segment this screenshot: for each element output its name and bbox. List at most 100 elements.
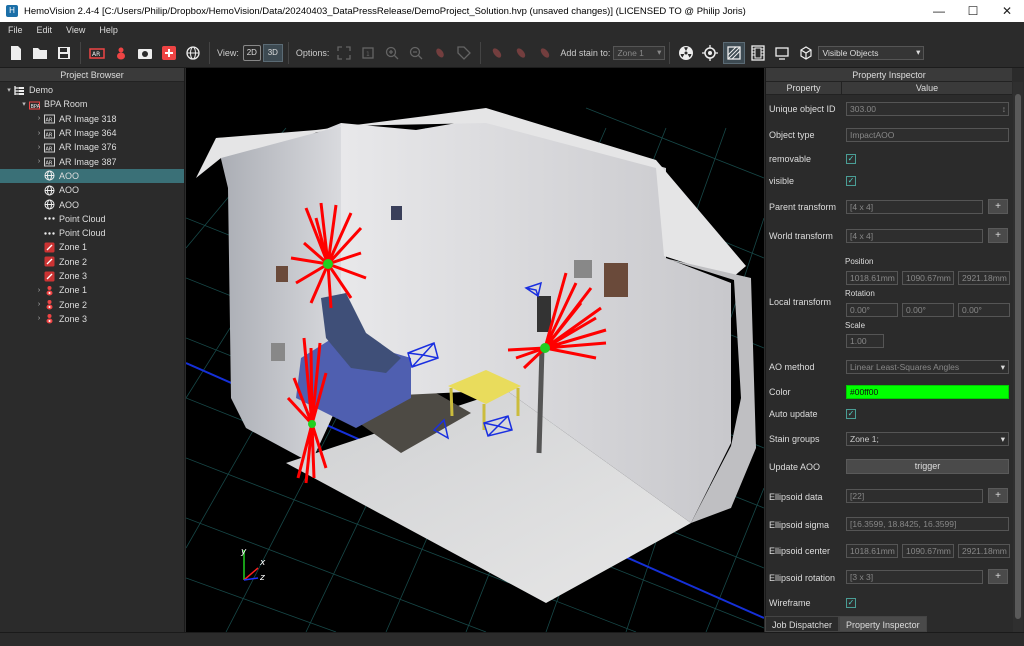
tab-job-dispatcher[interactable]: Job Dispatcher xyxy=(765,616,840,632)
tree-item-label: Zone 2 xyxy=(59,256,88,267)
position-x-field[interactable]: 1018.61mm xyxy=(846,271,898,285)
tree-item[interactable]: Zone 2 xyxy=(0,255,184,269)
toolbar: AR View: 2D 3D Options: 1 Add stain to: … xyxy=(0,38,1024,68)
cube-button[interactable] xyxy=(795,42,817,64)
save-button[interactable] xyxy=(53,42,75,64)
zoom-out-button[interactable] xyxy=(405,42,427,64)
inspector-scrollbar[interactable] xyxy=(1013,82,1023,632)
menu-edit[interactable]: Edit xyxy=(37,25,53,35)
property-inspector-title: Property Inspector xyxy=(766,68,1012,82)
stain-remove-button[interactable] xyxy=(534,42,556,64)
unique-id-spinbox[interactable]: 303.00 ↕ xyxy=(846,102,1009,116)
ar-image-button[interactable]: AR xyxy=(86,42,108,64)
screen-button[interactable] xyxy=(771,42,793,64)
expand-arrow-icon[interactable]: › xyxy=(34,144,44,151)
stain-groups-select[interactable]: Zone 1; ▾ xyxy=(846,432,1009,446)
3d-viewport[interactable]: y x z xyxy=(186,68,764,632)
camera-icon xyxy=(138,48,152,59)
scale-field[interactable]: 1.00 xyxy=(846,334,884,348)
expand-arrow-icon[interactable]: › xyxy=(34,158,44,165)
menu-file[interactable]: File xyxy=(8,25,23,35)
tree-item[interactable]: › Zone 1 xyxy=(0,283,184,297)
wireframe-checkbox[interactable]: ✓ xyxy=(846,598,856,608)
stain-tool-button[interactable] xyxy=(429,42,451,64)
parent-transform-add-button[interactable]: + xyxy=(988,199,1008,214)
tree-item[interactable]: AOO xyxy=(0,183,184,197)
tab-property-inspector[interactable]: Property Inspector xyxy=(839,616,927,632)
trigger-button[interactable]: trigger xyxy=(846,459,1009,474)
ellipsoid-rotation-add-button[interactable]: + xyxy=(988,569,1008,584)
open-folder-button[interactable] xyxy=(29,42,51,64)
scrollbar-thumb[interactable] xyxy=(1015,94,1021,619)
aoo-point[interactable] xyxy=(308,420,316,428)
room-icon: BPA xyxy=(29,99,40,110)
rotation-y-field[interactable]: 0.00° xyxy=(902,303,954,317)
menu-help[interactable]: Help xyxy=(99,25,118,35)
ar-image-icon: AR xyxy=(89,47,105,59)
color-field[interactable]: #00ff00 xyxy=(846,385,1009,399)
zoom-in-button[interactable] xyxy=(381,42,403,64)
close-button[interactable]: ✕ xyxy=(990,0,1024,22)
stain-add-button[interactable] xyxy=(486,42,508,64)
app-icon: H xyxy=(6,5,18,17)
tree-item[interactable]: › AR AR Image 387 xyxy=(0,154,184,168)
view-2d-button[interactable]: 2D xyxy=(242,44,261,61)
maximize-button[interactable]: ☐ xyxy=(956,0,990,22)
tree-item[interactable]: Point Cloud xyxy=(0,226,184,240)
aoo-point[interactable] xyxy=(540,343,550,353)
minimize-button[interactable]: — xyxy=(922,0,956,22)
camera-button[interactable] xyxy=(134,42,156,64)
tree-item[interactable]: › Zone 2 xyxy=(0,297,184,311)
tree-item[interactable]: › AR AR Image 318 xyxy=(0,112,184,126)
ao-method-select[interactable]: Linear Least-Squares Angles ▾ xyxy=(846,360,1009,374)
aoo-button[interactable] xyxy=(182,42,204,64)
expand-arrow-icon[interactable]: › xyxy=(34,130,44,137)
tree-item[interactable]: › AR AR Image 364 xyxy=(0,126,184,140)
folder-icon xyxy=(33,47,47,59)
aoo-point[interactable] xyxy=(323,259,333,269)
world-transform-add-button[interactable]: + xyxy=(988,228,1008,243)
stain-edit-button[interactable] xyxy=(510,42,532,64)
expand-arrow-icon[interactable]: › xyxy=(34,115,44,122)
svg-text:BPA: BPA xyxy=(31,104,41,110)
expand-button[interactable] xyxy=(333,42,355,64)
ar-image-icon: AR xyxy=(44,142,55,153)
hatch-button[interactable] xyxy=(723,41,746,64)
tree-item[interactable]: › Zone 3 xyxy=(0,312,184,326)
tree-item[interactable]: ▾ BPA BPA Room xyxy=(0,97,184,111)
tree-item[interactable]: AOO xyxy=(0,197,184,211)
rotation-z-field[interactable]: 0.00° xyxy=(958,303,1010,317)
visible-checkbox[interactable]: ✓ xyxy=(846,176,856,186)
ellipsoid-data-add-button[interactable]: + xyxy=(988,488,1008,503)
tree-item[interactable]: Zone 1 xyxy=(0,240,184,254)
fit-button[interactable]: 1 xyxy=(357,42,379,64)
removable-checkbox[interactable]: ✓ xyxy=(846,154,856,164)
menu-view[interactable]: View xyxy=(66,25,85,35)
tag-button[interactable] xyxy=(453,42,475,64)
tree-item[interactable]: Zone 3 xyxy=(0,269,184,283)
auto-update-checkbox[interactable]: ✓ xyxy=(846,409,856,419)
position-z-field[interactable]: 2921.18mm xyxy=(958,271,1010,285)
tree-item[interactable]: ▾ Demo xyxy=(0,83,184,97)
rotation-x-field[interactable]: 0.00° xyxy=(846,303,898,317)
stain-button[interactable] xyxy=(110,42,132,64)
target-button[interactable] xyxy=(699,42,721,64)
tree-item[interactable]: AOO xyxy=(0,168,184,184)
expand-arrow-icon[interactable]: › xyxy=(34,301,44,308)
tree-item[interactable]: Point Cloud xyxy=(0,212,184,226)
expand-arrow-icon[interactable]: ▾ xyxy=(19,100,29,108)
film-button[interactable] xyxy=(747,42,769,64)
visible-objects-select[interactable]: Visible Objects ▾ xyxy=(818,45,925,60)
radiation-button[interactable] xyxy=(675,42,697,64)
expand-arrow-icon[interactable]: › xyxy=(34,287,44,294)
expand-arrow-icon[interactable]: ▾ xyxy=(4,86,14,94)
tree-item[interactable]: › AR AR Image 376 xyxy=(0,140,184,154)
new-file-button[interactable] xyxy=(5,42,27,64)
expand-arrow-icon[interactable]: › xyxy=(34,315,44,322)
add-zone-button[interactable] xyxy=(158,42,180,64)
position-y-field[interactable]: 1090.67mm xyxy=(902,271,954,285)
lamp-pole xyxy=(536,347,545,454)
view-3d-button[interactable]: 3D xyxy=(262,43,283,62)
toolbar-separator xyxy=(209,41,210,64)
zone-select[interactable]: Zone 1 ▾ xyxy=(613,45,666,60)
